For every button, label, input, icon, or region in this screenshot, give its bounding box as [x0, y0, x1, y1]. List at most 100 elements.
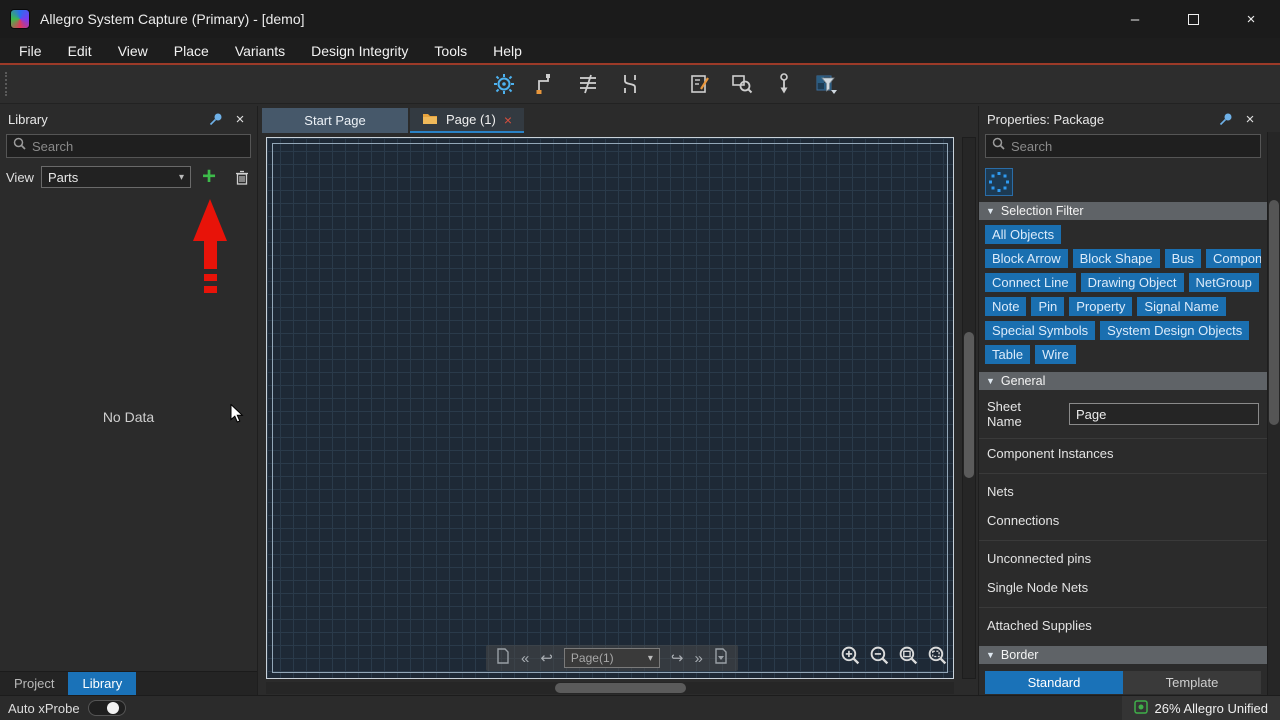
- pin-icon[interactable]: [207, 110, 225, 128]
- sheet-name-input[interactable]: [1069, 403, 1259, 425]
- zoom-selection-icon[interactable]: [927, 645, 948, 671]
- section-border[interactable]: ▼ Border: [979, 646, 1267, 664]
- swap-wire-icon[interactable]: [616, 70, 644, 98]
- sheet-name-row: Sheet Name: [979, 390, 1267, 439]
- toolbar-drag-handle[interactable]: [5, 72, 7, 96]
- properties-search-input[interactable]: [1011, 138, 1254, 154]
- library-view-row: View Parts ▾ +: [0, 162, 257, 194]
- scrollbar-thumb[interactable]: [554, 683, 686, 693]
- menu-design-integrity[interactable]: Design Integrity: [298, 38, 421, 63]
- library-search-input[interactable]: [32, 138, 244, 154]
- filter-chip[interactable]: Compon: [1206, 249, 1261, 268]
- chip-row: Special Symbols System Design Objects: [985, 321, 1261, 340]
- maximize-button[interactable]: [1164, 0, 1222, 38]
- status-right: 26% Allegro Unified: [1121, 696, 1280, 720]
- trash-icon[interactable]: [233, 168, 251, 186]
- properties-panel-header: Properties: Package ×: [979, 106, 1267, 132]
- new-page-icon[interactable]: [496, 648, 510, 668]
- section-selection-filter[interactable]: ▼ Selection Filter: [979, 202, 1267, 220]
- tab-library[interactable]: Library: [68, 672, 137, 695]
- filter-chip[interactable]: Connect Line: [985, 273, 1076, 292]
- menu-help[interactable]: Help: [480, 38, 535, 63]
- main-area: Library × View Parts ▾ +: [0, 106, 1280, 695]
- section-general[interactable]: ▼ General: [979, 372, 1267, 390]
- chevron-down-icon: ▾: [178, 171, 184, 183]
- properties-search-box: [985, 134, 1261, 158]
- goto-page-icon[interactable]: [714, 648, 728, 668]
- filter-chip[interactable]: Drawing Object: [1080, 273, 1184, 292]
- filter-chip[interactable]: Block Arrow: [985, 249, 1068, 268]
- add-library-button[interactable]: +: [198, 165, 220, 189]
- filter-chip[interactable]: Signal Name: [1137, 297, 1226, 316]
- library-panel-header: Library ×: [0, 106, 257, 132]
- menu-edit[interactable]: Edit: [55, 38, 105, 63]
- markup-note-icon[interactable]: [686, 70, 714, 98]
- bus-wires-icon[interactable]: [574, 70, 602, 98]
- properties-scrollbar[interactable]: [1267, 132, 1280, 695]
- canvas-horizontal-scrollbar[interactable]: [266, 682, 954, 694]
- section-title: Selection Filter: [1000, 204, 1084, 218]
- filter-chip[interactable]: Pin: [1031, 297, 1065, 316]
- zoom-in-icon[interactable]: [840, 645, 861, 671]
- scrollbar-thumb[interactable]: [1269, 199, 1279, 425]
- page-select[interactable]: Page(1) ▾: [563, 648, 660, 668]
- selection-filter-chips: All Objects Block Arrow Block Shape Bus …: [979, 220, 1267, 366]
- view-select[interactable]: Parts ▾: [40, 166, 191, 188]
- filter-chip[interactable]: All Objects: [985, 225, 1062, 244]
- canvas-area: Start Page Page (1) × « ↩ Page(1) ▾ ↪ »: [258, 106, 978, 695]
- auto-xprobe-toggle[interactable]: [87, 700, 126, 716]
- selection-filter-icon[interactable]: [812, 70, 840, 98]
- tab-close-icon[interactable]: ×: [504, 113, 512, 127]
- close-icon[interactable]: ×: [1241, 110, 1259, 128]
- application-window: Allegro System Capture (Primary) - [demo…: [0, 0, 1280, 720]
- probe-pin-icon[interactable]: [770, 70, 798, 98]
- properties-panel: Properties: Package × Search ▼ Selection…: [978, 106, 1280, 695]
- general-row-unconnected-pins: Unconnected pins: [979, 540, 1267, 573]
- menu-variants[interactable]: Variants: [222, 38, 298, 63]
- last-page-icon[interactable]: »: [695, 650, 703, 667]
- tab-page-1[interactable]: Page (1) ×: [410, 108, 525, 133]
- close-icon[interactable]: ×: [231, 110, 249, 128]
- search-net-icon[interactable]: [728, 70, 756, 98]
- chevron-down-icon: ▾: [647, 652, 653, 664]
- filter-chip[interactable]: Wire: [1035, 345, 1076, 364]
- trace-wire-icon[interactable]: [532, 70, 560, 98]
- zoom-out-icon[interactable]: [869, 645, 890, 671]
- filter-chip[interactable]: Property: [1069, 297, 1133, 316]
- first-page-icon[interactable]: «: [521, 650, 529, 667]
- filter-chip[interactable]: Block Shape: [1072, 249, 1160, 268]
- close-button[interactable]: ×: [1222, 0, 1280, 38]
- chip-row: All Objects: [985, 225, 1261, 244]
- canvas-vertical-scrollbar[interactable]: [962, 137, 976, 679]
- zoom-status-text: 26% Allegro Unified: [1154, 700, 1268, 716]
- border-standard-button[interactable]: Standard: [985, 671, 1123, 694]
- selection-dots-icon[interactable]: [985, 168, 1013, 196]
- menu-place[interactable]: Place: [161, 38, 222, 63]
- filter-chip[interactable]: Bus: [1164, 249, 1202, 268]
- filter-chip[interactable]: NetGroup: [1188, 273, 1259, 292]
- probe-settings-icon[interactable]: [490, 70, 518, 98]
- pin-icon[interactable]: [1217, 110, 1235, 128]
- tab-start-page[interactable]: Start Page: [262, 108, 408, 133]
- tab-page-1-label: Page (1): [446, 112, 496, 127]
- filter-chip[interactable]: System Design Objects: [1100, 321, 1250, 340]
- zoom-fit-icon[interactable]: [898, 645, 919, 671]
- tab-project[interactable]: Project: [0, 672, 68, 695]
- previous-page-icon[interactable]: ↩: [540, 649, 553, 667]
- app-logo-icon: [10, 9, 30, 29]
- chip-row: Connect Line Drawing Object NetGroup: [985, 273, 1261, 292]
- menu-view[interactable]: View: [105, 38, 161, 63]
- triangle-down-icon: ▼: [986, 206, 995, 216]
- filter-chip[interactable]: Special Symbols: [985, 321, 1096, 340]
- scrollbar-thumb[interactable]: [964, 332, 974, 479]
- next-page-icon[interactable]: ↪: [671, 649, 684, 667]
- schematic-canvas[interactable]: [266, 137, 954, 679]
- menu-file[interactable]: File: [6, 38, 55, 63]
- sheet-name-label: Sheet Name: [987, 399, 1022, 429]
- border-template-button[interactable]: Template: [1123, 671, 1261, 694]
- filter-chip[interactable]: Table: [985, 345, 1031, 364]
- minimize-button[interactable]: –: [1106, 0, 1164, 38]
- menu-bar: File Edit View Place Variants Design Int…: [0, 38, 1280, 65]
- menu-tools[interactable]: Tools: [421, 38, 480, 63]
- filter-chip[interactable]: Note: [985, 297, 1027, 316]
